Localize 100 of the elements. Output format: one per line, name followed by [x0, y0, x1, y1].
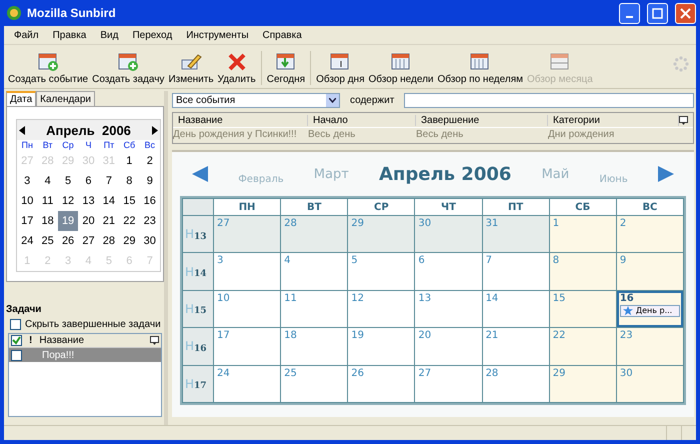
- mini-calendar-day[interactable]: 29: [119, 231, 140, 251]
- day-cell[interactable]: 14: [482, 290, 549, 328]
- mini-calendar-day[interactable]: 4: [37, 171, 58, 191]
- month-label[interactable]: Июнь: [599, 174, 628, 184]
- maximize-button[interactable]: [647, 2, 668, 24]
- toolbar-button[interactable]: Удалить: [216, 52, 258, 85]
- mini-calendar-day[interactable]: 14: [98, 191, 120, 211]
- mini-calendar-day[interactable]: 16: [140, 191, 160, 211]
- day-cell[interactable]: 1: [550, 216, 616, 252]
- day-cell[interactable]: 7: [482, 253, 549, 290]
- day-cell[interactable]: 28: [482, 366, 549, 402]
- mini-calendar-day[interactable]: 7: [98, 171, 120, 191]
- completed-column-icon[interactable]: [11, 335, 22, 346]
- menu-item[interactable]: Справка: [256, 30, 308, 40]
- day-cell[interactable]: 15: [550, 290, 616, 328]
- month-label[interactable]: Март: [314, 166, 349, 182]
- day-cell[interactable]: 30: [616, 366, 683, 402]
- mini-calendar-day[interactable]: 28: [98, 231, 120, 251]
- previous-month-icon[interactable]: [19, 126, 25, 134]
- mini-calendar-day[interactable]: 10: [17, 191, 38, 211]
- mini-calendar-day[interactable]: 20: [78, 211, 99, 231]
- mini-calendar-day[interactable]: 23: [140, 211, 160, 231]
- day-cell[interactable]: 29: [348, 216, 414, 252]
- toolbar-button[interactable]: Сегодня: [264, 52, 308, 85]
- mini-calendar-day[interactable]: 15: [119, 191, 140, 211]
- column-picker-icon[interactable]: [150, 336, 159, 345]
- mini-calendar-day[interactable]: 24: [17, 231, 38, 251]
- column-header[interactable]: Завершение: [416, 114, 548, 126]
- mini-calendar-day[interactable]: 6: [78, 171, 99, 191]
- column-header[interactable]: Название: [173, 114, 308, 126]
- table-cell[interactable]: Дни рождения: [548, 129, 679, 140]
- mini-calendar-day[interactable]: 8: [119, 171, 140, 191]
- sidebar-tab[interactable]: Дата: [6, 91, 36, 106]
- day-cell[interactable]: 6: [415, 253, 482, 290]
- search-field[interactable]: [404, 92, 694, 108]
- toolbar-button[interactable]: Изменить: [166, 52, 216, 85]
- mini-calendar-day[interactable]: 2: [140, 151, 160, 171]
- table-cell[interactable]: Весь день: [308, 129, 416, 140]
- mini-calendar-day[interactable]: 9: [140, 171, 160, 191]
- day-cell[interactable]: 20: [415, 328, 482, 365]
- day-cell[interactable]: 11: [281, 290, 348, 328]
- task-checkbox[interactable]: [11, 350, 22, 360]
- menu-item[interactable]: Переход: [126, 30, 178, 40]
- menu-item[interactable]: Файл: [8, 30, 45, 40]
- checkbox[interactable]: [10, 319, 21, 330]
- day-cell[interactable]: 23: [616, 328, 683, 365]
- mini-calendar-day[interactable]: 3: [17, 171, 38, 191]
- column-header[interactable]: Название: [39, 335, 146, 346]
- day-cell[interactable]: 31: [482, 216, 549, 252]
- column-header[interactable]: !: [26, 335, 36, 346]
- mini-calendar-day[interactable]: 26: [58, 231, 78, 251]
- table-cell[interactable]: День рождения у Псинки!!!: [173, 129, 308, 140]
- day-cell[interactable]: 30: [415, 216, 482, 252]
- toolbar-button[interactable]: Создать задачу: [90, 52, 166, 85]
- mini-calendar-day[interactable]: 19: [58, 211, 78, 231]
- day-cell[interactable]: 24: [214, 366, 280, 402]
- sidebar-tab[interactable]: Календари: [36, 91, 96, 106]
- table-cell[interactable]: Весь день: [416, 129, 548, 140]
- day-cell[interactable]: 12: [348, 290, 414, 328]
- event-chip[interactable]: День р...: [620, 304, 680, 317]
- day-cell[interactable]: 27: [214, 216, 280, 252]
- toolbar-button[interactable]: Обзор по неделям: [436, 52, 525, 85]
- mini-calendar-day[interactable]: 1: [119, 151, 140, 171]
- month-label[interactable]: Май: [542, 166, 570, 182]
- column-picker-icon[interactable]: [679, 116, 688, 124]
- day-cell[interactable]: 4: [281, 253, 348, 290]
- mini-calendar-day[interactable]: 5: [58, 171, 78, 191]
- day-cell[interactable]: 19: [348, 328, 414, 365]
- mini-calendar-day[interactable]: 11: [37, 191, 58, 211]
- month-label[interactable]: Февраль: [238, 174, 284, 184]
- toolbar-button[interactable]: Обзор недели: [366, 52, 436, 85]
- day-cell[interactable]: 5: [348, 253, 414, 290]
- day-cell[interactable]: 25: [281, 366, 348, 402]
- toolbar-button[interactable]: Обзор дня: [314, 52, 366, 85]
- mini-calendar-day[interactable]: 12: [58, 191, 78, 211]
- mini-calendar-day[interactable]: 21: [98, 211, 120, 231]
- toolbar-button[interactable]: Создать событие: [6, 52, 90, 85]
- mini-calendar-day[interactable]: 18: [37, 211, 58, 231]
- next-month-icon[interactable]: [152, 126, 158, 134]
- minimize-button[interactable]: [619, 2, 640, 24]
- day-cell[interactable]: 13: [415, 290, 482, 328]
- day-cell[interactable]: 8: [550, 253, 616, 290]
- day-cell[interactable]: 18: [281, 328, 348, 365]
- day-cell[interactable]: 9: [616, 253, 683, 290]
- column-header[interactable]: Начало: [308, 114, 416, 126]
- event-filter-dropdown[interactable]: Все события: [172, 92, 340, 108]
- task-row[interactable]: Пора!!!: [9, 348, 161, 362]
- mini-calendar-day[interactable]: 22: [119, 211, 140, 231]
- day-cell[interactable]: 27: [415, 366, 482, 402]
- mini-calendar-day[interactable]: 27: [78, 231, 99, 251]
- mini-calendar-day[interactable]: 25: [37, 231, 58, 251]
- menu-item[interactable]: Инструменты: [180, 30, 255, 40]
- day-cell[interactable]: 21: [482, 328, 549, 365]
- menu-item[interactable]: Вид: [94, 30, 124, 40]
- menu-item[interactable]: Правка: [46, 30, 92, 40]
- day-cell[interactable]: 2: [616, 216, 683, 252]
- day-cell[interactable]: 26: [348, 366, 414, 402]
- mini-calendar-day[interactable]: 13: [78, 191, 99, 211]
- day-cell[interactable]: 29: [550, 366, 616, 402]
- day-cell[interactable]: 28: [281, 216, 348, 252]
